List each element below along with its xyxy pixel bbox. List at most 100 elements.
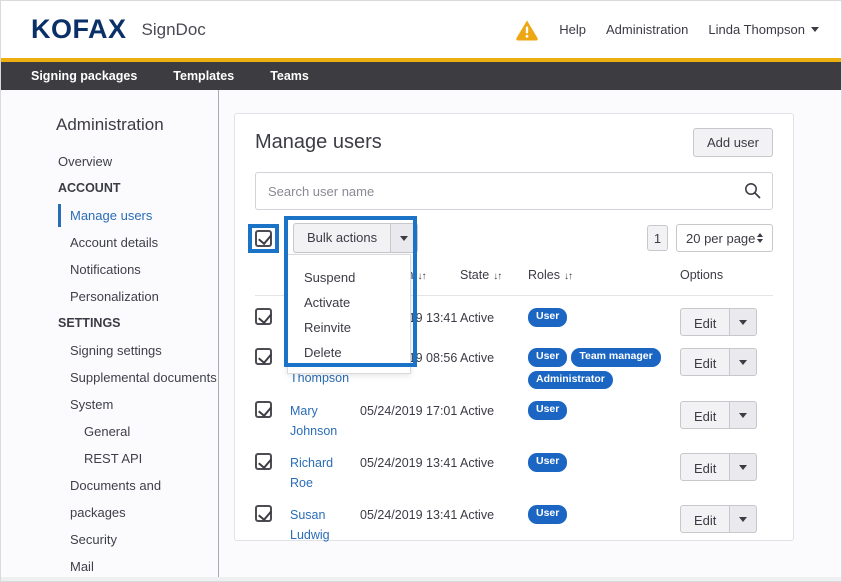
sidebar-item-general[interactable]: General	[1, 418, 218, 445]
column-options: Options	[680, 265, 773, 285]
warning-icon[interactable]	[515, 19, 539, 41]
bulk-actions-menu: Suspend Activate Reinvite Delete	[287, 254, 411, 374]
column-roles[interactable]: Roles↓↑	[528, 265, 680, 285]
select-all-checkbox[interactable]	[255, 230, 272, 247]
edit-button-group: Edit	[680, 348, 757, 376]
edit-button[interactable]: Edit	[680, 308, 730, 336]
row-checkbox[interactable]	[255, 401, 272, 418]
row-checkbox[interactable]	[255, 505, 272, 522]
user-name-link[interactable]: Richard Roe	[290, 453, 360, 493]
edit-button[interactable]: Edit	[680, 453, 730, 481]
menu-item-delete[interactable]: Delete	[288, 340, 410, 365]
table-row: Susan Ludwig 05/24/2019 13:41 Active Use…	[255, 493, 773, 545]
edit-button-group: Edit	[680, 401, 757, 429]
per-page-select[interactable]: 20 per page	[676, 224, 773, 252]
edit-caret-button[interactable]	[730, 453, 757, 481]
sidebar-item-system[interactable]: System	[1, 391, 218, 418]
edit-button-group: Edit	[680, 505, 757, 533]
user-name-link[interactable]: Mary Johnson	[290, 401, 360, 441]
nav-signing-packages[interactable]: Signing packages	[31, 69, 137, 83]
product-name: SignDoc	[142, 20, 206, 40]
column-state[interactable]: State↓↑	[460, 265, 528, 285]
role-badge: User	[528, 401, 567, 420]
sidebar-item-account-details[interactable]: Account details	[1, 229, 218, 256]
sidebar-item-security[interactable]: Security	[1, 526, 218, 553]
edit-button[interactable]: Edit	[680, 401, 730, 429]
pagination: 1 20 per page	[647, 224, 773, 252]
sidebar-item-signing-settings[interactable]: Signing settings	[1, 337, 218, 364]
state-value: Active	[460, 401, 528, 421]
sidebar-item-notifications[interactable]: Notifications	[1, 256, 218, 283]
search-input[interactable]	[255, 172, 773, 210]
caret-down-icon	[739, 517, 747, 522]
table-toolbar: Bulk actions Suspend Activate Reinvite D…	[255, 223, 773, 253]
table-row: Mary Johnson 05/24/2019 17:01 Active Use…	[255, 389, 773, 441]
main-nav: Signing packages Templates Teams	[1, 62, 841, 90]
menu-item-suspend[interactable]: Suspend	[288, 265, 410, 290]
sidebar-item-personalization[interactable]: Personalization	[1, 283, 218, 310]
sidebar-section-settings: SETTINGS	[1, 310, 218, 337]
nav-teams[interactable]: Teams	[270, 69, 309, 83]
kofax-logo: KOFAX	[31, 14, 127, 45]
state-value: Active	[460, 505, 528, 525]
last-login-value: 05/24/2019 17:01	[360, 401, 460, 421]
last-login-value: 05/24/2019 13:41	[360, 453, 460, 473]
nav-templates[interactable]: Templates	[173, 69, 234, 83]
row-checkbox[interactable]	[255, 453, 272, 470]
edit-button-group: Edit	[680, 453, 757, 481]
edit-caret-button[interactable]	[730, 505, 757, 533]
roles-cell: User	[528, 453, 680, 472]
edit-caret-button[interactable]	[730, 348, 757, 376]
chevron-down-icon	[811, 27, 819, 32]
sidebar-item-overview[interactable]: Overview	[1, 148, 218, 175]
role-badge: User	[528, 505, 567, 524]
caret-down-icon	[739, 320, 747, 325]
sidebar-item-documents-and-packages[interactable]: Documents and packages	[1, 472, 218, 526]
row-checkbox[interactable]	[255, 348, 272, 365]
edit-button[interactable]: Edit	[680, 348, 730, 376]
administration-link[interactable]: Administration	[606, 22, 688, 37]
edit-caret-button[interactable]	[730, 401, 757, 429]
edit-caret-button[interactable]	[730, 308, 757, 336]
menu-item-reinvite[interactable]: Reinvite	[288, 315, 410, 340]
page-1-button[interactable]: 1	[647, 225, 668, 251]
edit-button[interactable]: Edit	[680, 505, 730, 533]
app-window: KOFAX SignDoc Help Administration Linda …	[0, 0, 842, 582]
user-menu[interactable]: Linda Thompson	[708, 22, 819, 37]
state-value: Active	[460, 348, 528, 368]
sidebar-title: Administration	[1, 115, 218, 135]
state-value: Active	[460, 453, 528, 473]
state-value: Active	[460, 308, 528, 328]
sort-icon[interactable]: ↓↑	[418, 271, 426, 282]
table-row: Richard Roe 05/24/2019 13:41 Active User…	[255, 441, 773, 493]
add-user-button[interactable]: Add user	[693, 128, 773, 157]
roles-cell: User	[528, 401, 680, 420]
admin-sidebar: Administration Overview ACCOUNT Manage u…	[1, 90, 219, 577]
role-badge: User	[528, 453, 567, 472]
caret-down-icon	[400, 236, 408, 241]
help-link[interactable]: Help	[559, 22, 586, 37]
search-icon[interactable]	[744, 182, 761, 199]
caret-down-icon	[739, 413, 747, 418]
sidebar-item-supplemental-documents[interactable]: Supplemental documents	[1, 364, 218, 391]
role-badge: User	[528, 348, 567, 367]
roles-cell: User	[528, 505, 680, 524]
roles-cell: User	[528, 308, 680, 327]
select-all-highlight	[248, 224, 279, 253]
bulk-actions-group: Bulk actions Suspend Activate Reinvite D…	[293, 223, 418, 253]
caret-down-icon	[739, 465, 747, 470]
sort-icon[interactable]: ↓↑	[493, 271, 501, 282]
last-login-value: 05/24/2019 13:41	[360, 505, 460, 525]
role-badge: Administrator	[528, 371, 613, 390]
bulk-actions-button[interactable]: Bulk actions	[293, 223, 391, 253]
sidebar-item-mail[interactable]: Mail	[1, 553, 218, 580]
page-title: Manage users	[255, 131, 382, 154]
user-name-link[interactable]: Susan Ludwig	[290, 505, 360, 545]
bulk-actions-caret-button[interactable]	[391, 223, 418, 253]
row-checkbox[interactable]	[255, 308, 272, 325]
sort-icon[interactable]: ↓↑	[564, 271, 572, 282]
menu-item-activate[interactable]: Activate	[288, 290, 410, 315]
sidebar-item-rest-api[interactable]: REST API	[1, 445, 218, 472]
sidebar-section-account: ACCOUNT	[1, 175, 218, 202]
sidebar-item-manage-users[interactable]: Manage users	[1, 202, 218, 229]
